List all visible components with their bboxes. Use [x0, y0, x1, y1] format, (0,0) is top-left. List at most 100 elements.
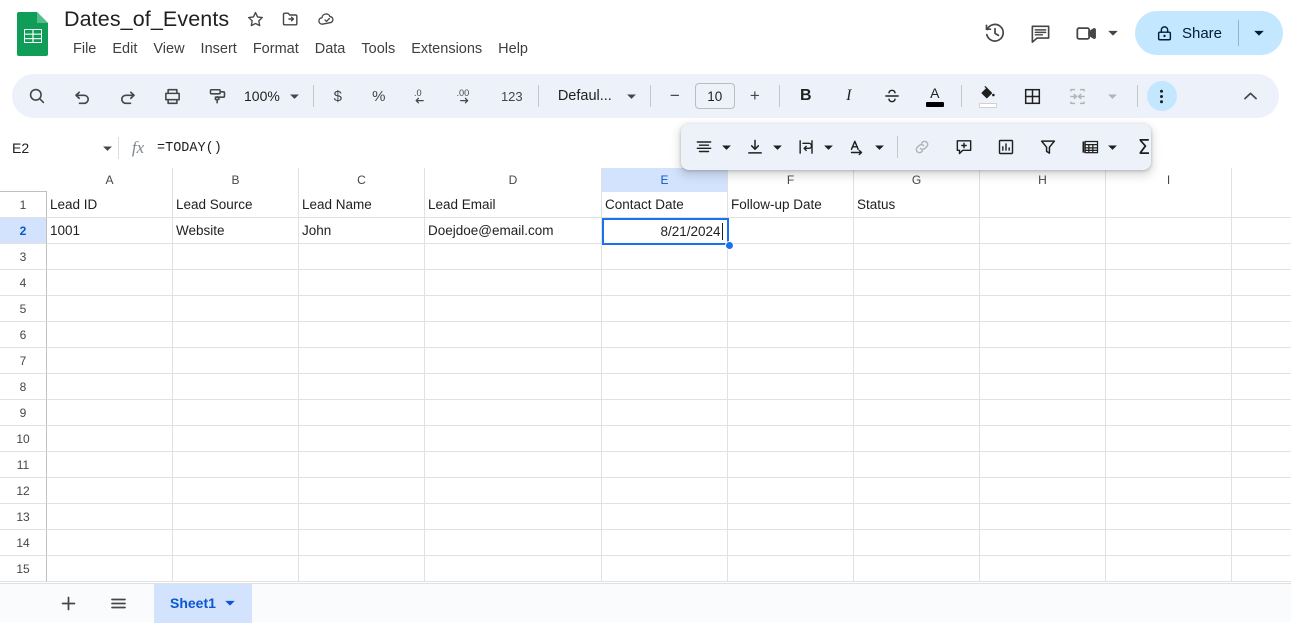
decrease-decimal-icon[interactable]: .0	[405, 81, 439, 111]
row-header-13[interactable]: 13	[0, 504, 47, 530]
font-family-control[interactable]: Defaul...	[548, 81, 641, 111]
column-header-I[interactable]: I	[1106, 168, 1232, 192]
cell-E14[interactable]	[602, 530, 728, 556]
chevron-down-icon[interactable]	[96, 143, 118, 154]
cell-D10[interactable]	[425, 426, 602, 452]
cell-C12[interactable]	[299, 478, 425, 504]
row-header-5[interactable]: 5	[0, 296, 47, 322]
cell-H3[interactable]	[980, 244, 1106, 270]
cell-D11[interactable]	[425, 452, 602, 478]
cell-G11[interactable]	[854, 452, 980, 478]
star-icon[interactable]	[245, 9, 265, 29]
cell-G15[interactable]	[854, 556, 980, 582]
text-rotation-caret-icon[interactable]	[871, 132, 887, 162]
cell-B6[interactable]	[173, 322, 299, 348]
sheets-logo-icon[interactable]	[14, 10, 52, 58]
row-header-9[interactable]: 9	[0, 400, 47, 426]
cell-I11[interactable]	[1106, 452, 1232, 478]
cell-x9[interactable]	[1232, 400, 1291, 426]
menu-tools[interactable]: Tools	[353, 38, 403, 60]
column-header-extra[interactable]	[1232, 168, 1291, 192]
row-header-3[interactable]: 3	[0, 244, 47, 270]
cell-x10[interactable]	[1232, 426, 1291, 452]
cell-B12[interactable]	[173, 478, 299, 504]
currency-format-button[interactable]: $	[323, 81, 353, 111]
cell-G12[interactable]	[854, 478, 980, 504]
sheet-tab-sheet1[interactable]: Sheet1	[154, 583, 252, 623]
functions-icon[interactable]: Σ	[1130, 132, 1158, 162]
chevron-down-icon[interactable]	[224, 597, 236, 609]
cell-E3[interactable]	[602, 244, 728, 270]
cell-G6[interactable]	[854, 322, 980, 348]
column-header-B[interactable]: B	[173, 168, 299, 192]
row-header-14[interactable]: 14	[0, 530, 47, 556]
cell-D13[interactable]	[425, 504, 602, 530]
cell-I3[interactable]	[1106, 244, 1232, 270]
print-icon[interactable]	[155, 81, 189, 111]
row-header-10[interactable]: 10	[0, 426, 47, 452]
name-box[interactable]: E2	[0, 128, 118, 168]
cell-E6[interactable]	[602, 322, 728, 348]
cell-H8[interactable]	[980, 374, 1106, 400]
cell-B3[interactable]	[173, 244, 299, 270]
cell-C11[interactable]	[299, 452, 425, 478]
insert-chart-icon[interactable]	[992, 132, 1020, 162]
more-formats-button[interactable]: 123	[495, 81, 529, 111]
cell-F7[interactable]	[728, 348, 854, 374]
cell-D9[interactable]	[425, 400, 602, 426]
cell-I10[interactable]	[1106, 426, 1232, 452]
pivot-table-caret-icon[interactable]	[1104, 132, 1120, 162]
cell-B13[interactable]	[173, 504, 299, 530]
insert-link-icon[interactable]	[908, 132, 936, 162]
bold-button[interactable]: B	[789, 81, 823, 111]
cell-I13[interactable]	[1106, 504, 1232, 530]
share-main[interactable]: Share	[1135, 11, 1238, 55]
share-button[interactable]: Share	[1134, 11, 1283, 55]
cell-I1[interactable]	[1106, 192, 1232, 218]
cell-F10[interactable]	[728, 426, 854, 452]
cell-B14[interactable]	[173, 530, 299, 556]
cell-D7[interactable]	[425, 348, 602, 374]
pivot-table-icon[interactable]	[1076, 132, 1104, 162]
zoom-control[interactable]: 100%	[234, 81, 304, 111]
cell-C5[interactable]	[299, 296, 425, 322]
vertical-align-icon[interactable]	[741, 132, 769, 162]
italic-button[interactable]: I	[832, 81, 866, 111]
cell-D2[interactable]: Doejdoe@email.com	[425, 218, 602, 244]
row-header-11[interactable]: 11	[0, 452, 47, 478]
menu-extensions[interactable]: Extensions	[403, 38, 490, 60]
cell-A4[interactable]	[47, 270, 173, 296]
column-header-E[interactable]: E	[602, 168, 728, 192]
cell-E9[interactable]	[602, 400, 728, 426]
cell-F12[interactable]	[728, 478, 854, 504]
cell-H9[interactable]	[980, 400, 1106, 426]
cell-C7[interactable]	[299, 348, 425, 374]
font-size-input[interactable]: 10	[694, 83, 735, 109]
cell-H12[interactable]	[980, 478, 1106, 504]
cell-G5[interactable]	[854, 296, 980, 322]
cell-G8[interactable]	[854, 374, 980, 400]
cell-C2[interactable]: John	[299, 218, 425, 244]
cell-A11[interactable]	[47, 452, 173, 478]
cell-H14[interactable]	[980, 530, 1106, 556]
cell-G2[interactable]	[854, 218, 980, 244]
cell-G3[interactable]	[854, 244, 980, 270]
column-header-A[interactable]: A	[47, 168, 173, 192]
cell-I6[interactable]	[1106, 322, 1232, 348]
cell-A8[interactable]	[47, 374, 173, 400]
cell-I15[interactable]	[1106, 556, 1232, 582]
cell-A12[interactable]	[47, 478, 173, 504]
cell-G10[interactable]	[854, 426, 980, 452]
cell-E7[interactable]	[602, 348, 728, 374]
page-title[interactable]: Dates_of_Events	[64, 7, 229, 32]
cell-H10[interactable]	[980, 426, 1106, 452]
cell-B2[interactable]: Website	[173, 218, 299, 244]
cell-B7[interactable]	[173, 348, 299, 374]
horizontal-align-icon[interactable]	[690, 132, 718, 162]
cell-x4[interactable]	[1232, 270, 1291, 296]
cell-H6[interactable]	[980, 322, 1106, 348]
column-header-D[interactable]: D	[425, 168, 602, 192]
text-wrapping-icon[interactable]	[792, 132, 820, 162]
cell-G4[interactable]	[854, 270, 980, 296]
fill-color-icon[interactable]	[971, 81, 1005, 111]
